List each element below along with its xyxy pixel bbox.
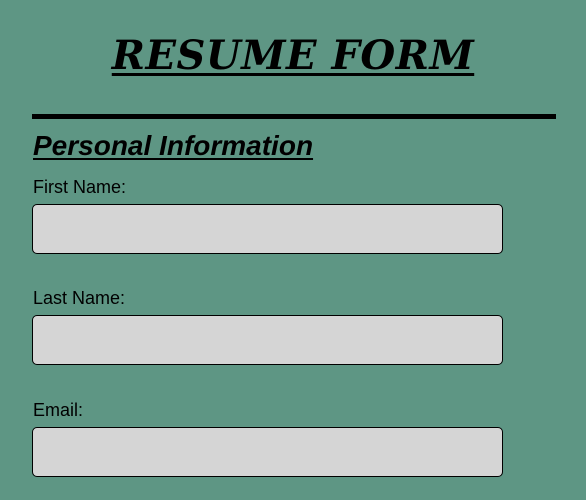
page-title: RESUME FORM xyxy=(111,32,475,79)
email-label: Email: xyxy=(33,400,84,420)
email-input[interactable] xyxy=(32,427,503,477)
first-name-input[interactable] xyxy=(32,204,503,254)
title-divider xyxy=(32,114,556,119)
last-name-input[interactable] xyxy=(32,315,503,365)
last-name-label: Last Name: xyxy=(33,288,126,308)
section-heading-personal-information: Personal Information xyxy=(33,130,314,161)
first-name-label: First Name: xyxy=(33,177,127,197)
